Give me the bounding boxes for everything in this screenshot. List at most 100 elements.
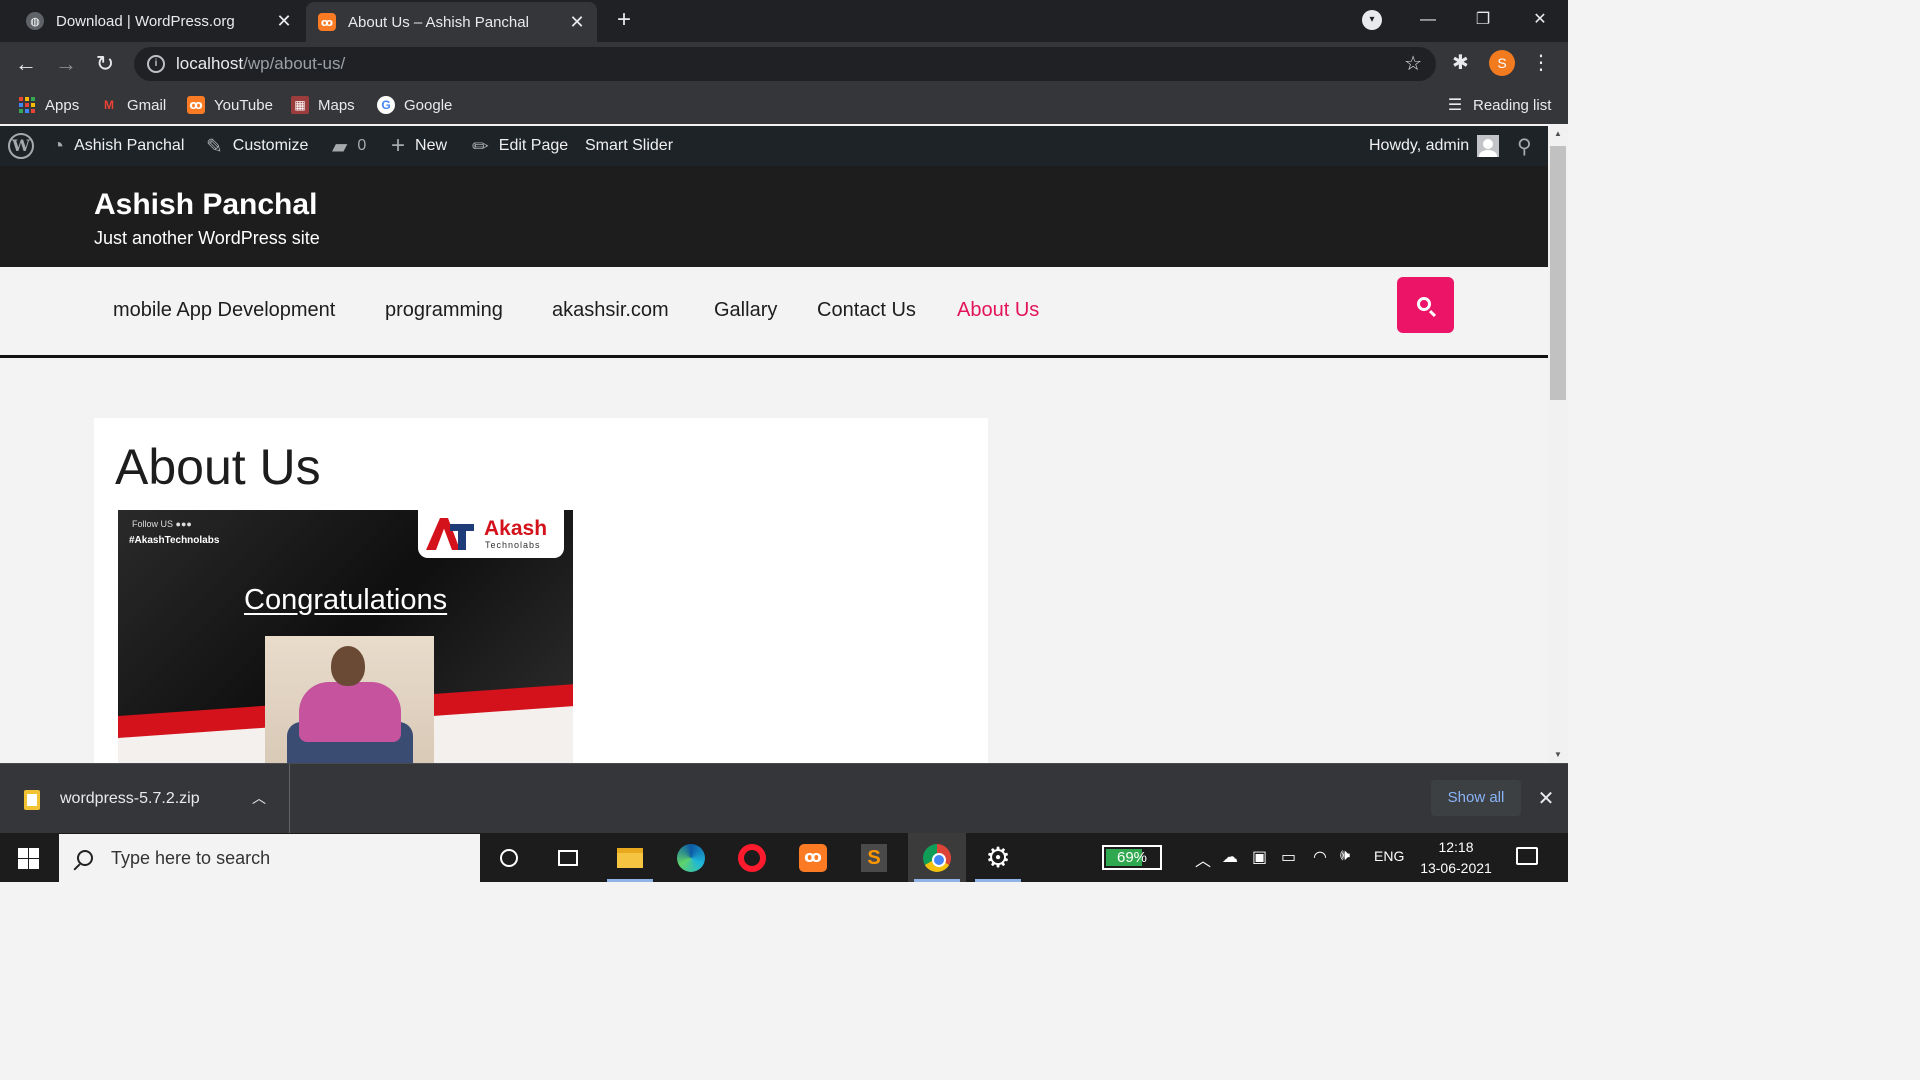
xampp-icon: ꝏ bbox=[318, 13, 336, 31]
back-icon[interactable]: ← bbox=[12, 50, 40, 78]
clock-date: 13-06-2021 bbox=[1420, 860, 1492, 876]
security-icon[interactable]: ▣ bbox=[1252, 847, 1267, 867]
search-icon bbox=[77, 850, 93, 866]
congratulations-banner-image: Follow US ●●● #AkashTechnolabs Akash Tec… bbox=[118, 510, 573, 763]
plus-icon: + bbox=[391, 132, 406, 159]
settings-button[interactable]: ⚙ bbox=[969, 833, 1027, 882]
nav-item-akashsir[interactable]: akashsir.com bbox=[552, 299, 669, 322]
close-icon[interactable]: ✕ bbox=[1534, 786, 1558, 811]
nav-item-programming[interactable]: programming bbox=[385, 299, 503, 322]
minimize-icon[interactable]: — bbox=[1408, 6, 1448, 34]
new-tab-button[interactable]: + bbox=[610, 6, 638, 34]
windows-start-icon[interactable] bbox=[18, 848, 39, 869]
edge-button[interactable] bbox=[662, 833, 720, 882]
gear-icon: ⚙ bbox=[985, 842, 1011, 873]
bookmark-google[interactable]: G Google bbox=[377, 94, 452, 116]
zip-file-icon bbox=[24, 790, 40, 810]
browser-toolbar: ← → ↻ i localhost/wp/about-us/ ☆ bbox=[0, 42, 1568, 86]
bookmark-star-icon[interactable]: ☆ bbox=[1404, 51, 1422, 76]
admin-edit-page[interactable]: ✏ Edit Page bbox=[472, 126, 568, 166]
admin-edit-page-label: Edit Page bbox=[498, 137, 569, 154]
sublime-text-button[interactable]: S bbox=[845, 833, 903, 882]
search-icon bbox=[1417, 296, 1431, 311]
nav-item-contact-us[interactable]: Contact Us bbox=[817, 299, 916, 322]
page-title: About Us bbox=[115, 439, 321, 495]
nav-item-mobile-app-development[interactable]: mobile App Development bbox=[113, 299, 335, 322]
tab-close-icon[interactable]: ✕ bbox=[565, 12, 589, 33]
logo-name: Akash bbox=[484, 517, 548, 540]
akash-technolabs-logo: Akash Technolabs bbox=[418, 510, 564, 558]
howdy-label: Howdy, admin bbox=[1369, 137, 1470, 154]
site-title[interactable]: Ashish Panchal bbox=[94, 188, 317, 222]
search-placeholder: Type here to search bbox=[111, 847, 271, 868]
nav-item-about-us[interactable]: About Us bbox=[957, 299, 1039, 322]
reload-icon[interactable]: ↻ bbox=[91, 50, 119, 78]
onedrive-icon[interactable]: ☁ bbox=[1222, 847, 1238, 867]
chevron-up-icon[interactable]: ︿ bbox=[1195, 847, 1211, 871]
forward-icon[interactable]: → bbox=[52, 50, 80, 78]
browser-menu-icon[interactable]: ⋮ bbox=[1530, 50, 1552, 75]
task-view-icon bbox=[558, 849, 578, 866]
battery-icon[interactable]: ▭ bbox=[1281, 847, 1296, 867]
address-bar[interactable]: i localhost/wp/about-us/ ☆ bbox=[134, 47, 1436, 81]
opera-icon bbox=[738, 843, 766, 872]
extensions-puzzle-icon[interactable]: ✱ bbox=[1452, 50, 1469, 75]
reading-list-button[interactable]: ☰ Reading list bbox=[1446, 94, 1552, 116]
scroll-down-icon[interactable]: ▼ bbox=[1548, 747, 1568, 763]
task-view-button[interactable] bbox=[539, 833, 597, 882]
tab-title: About Us – Ashish Panchal bbox=[348, 13, 529, 31]
gmail-icon: M bbox=[104, 98, 114, 112]
browser-tab-strip: ◍ Download | WordPress.org ✕ ꝏ About Us … bbox=[0, 0, 1568, 42]
admin-customize[interactable]: ✎ Customize bbox=[206, 126, 308, 166]
tab-close-icon[interactable]: ✕ bbox=[272, 11, 296, 32]
cortana-button[interactable] bbox=[480, 833, 538, 882]
admin-new[interactable]: + New bbox=[391, 126, 447, 166]
notification-icon[interactable] bbox=[1516, 847, 1538, 865]
bookmark-apps[interactable]: Apps bbox=[18, 94, 79, 116]
system-clock[interactable]: 12:18 13-06-2021 bbox=[1412, 837, 1500, 879]
admin-comments[interactable]: ▰ 0 bbox=[332, 126, 366, 166]
site-info-icon[interactable]: i bbox=[147, 55, 165, 73]
tab-search-icon[interactable]: ▾ bbox=[1362, 10, 1382, 30]
wordpress-logo-icon: W bbox=[8, 133, 34, 159]
brush-icon: ✎ bbox=[206, 135, 223, 158]
volume-icon[interactable]: 🕪 bbox=[1340, 847, 1350, 865]
scroll-up-icon[interactable]: ▲ bbox=[1548, 126, 1568, 142]
profile-avatar[interactable]: S bbox=[1489, 50, 1515, 76]
chrome-button[interactable] bbox=[908, 833, 966, 882]
downloads-bar: wordpress-5.7.2.zip ︿ Show all ✕ bbox=[0, 763, 1568, 834]
admin-account[interactable]: Howdy, admin bbox=[1369, 126, 1500, 166]
tab-wordpress-download[interactable]: ◍ Download | WordPress.org ✕ bbox=[14, 0, 304, 42]
download-item[interactable]: wordpress-5.7.2.zip ︿ bbox=[0, 764, 290, 834]
chevron-up-icon[interactable]: ︿ bbox=[252, 788, 266, 808]
sublime-icon: S bbox=[861, 843, 887, 872]
site-description: Just another WordPress site bbox=[94, 228, 320, 248]
site-search-button[interactable] bbox=[1397, 277, 1454, 333]
admin-smart-slider[interactable]: Smart Slider bbox=[585, 126, 673, 166]
download-filename: wordpress-5.7.2.zip bbox=[60, 790, 200, 807]
url-text[interactable]: localhost/wp/about-us/ bbox=[176, 54, 345, 74]
bookmark-youtube[interactable]: ꝏ YouTube bbox=[187, 94, 273, 116]
file-explorer-button[interactable] bbox=[601, 833, 659, 882]
tab-about-us[interactable]: ꝏ About Us – Ashish Panchal ✕ bbox=[306, 2, 597, 42]
taskbar-search-box[interactable]: Type here to search bbox=[59, 834, 480, 882]
admin-site-name[interactable]: ◔ Ashish Panchal bbox=[52, 126, 184, 166]
window-close-icon[interactable]: ✕ bbox=[1520, 6, 1560, 34]
battery-meter[interactable]: 69% bbox=[1102, 845, 1162, 870]
article-card: About Us Follow US ●●● #AkashTechnolabs … bbox=[94, 418, 988, 763]
xampp-button[interactable]: ꝏ bbox=[784, 833, 842, 882]
scrollbar-thumb[interactable] bbox=[1550, 146, 1566, 400]
wp-logo-menu[interactable]: W bbox=[8, 126, 34, 166]
opera-button[interactable] bbox=[723, 833, 781, 882]
vertical-scrollbar[interactable]: ▲ ▼ bbox=[1548, 126, 1568, 763]
bookmark-maps[interactable]: ▦ Maps bbox=[291, 94, 355, 116]
restore-icon[interactable]: ❐ bbox=[1463, 6, 1503, 34]
admin-search[interactable]: ⚲ bbox=[1517, 126, 1532, 166]
bookmark-gmail[interactable]: M Gmail bbox=[100, 94, 166, 116]
show-all-button[interactable]: Show all bbox=[1431, 780, 1521, 816]
language-indicator[interactable]: ENG bbox=[1374, 848, 1404, 864]
primary-navigation: mobile App Development programming akash… bbox=[0, 267, 1548, 358]
battery-percent: 69% bbox=[1116, 849, 1148, 866]
wifi-icon[interactable]: ◠ bbox=[1313, 847, 1327, 867]
nav-item-gallary[interactable]: Gallary bbox=[714, 299, 777, 322]
